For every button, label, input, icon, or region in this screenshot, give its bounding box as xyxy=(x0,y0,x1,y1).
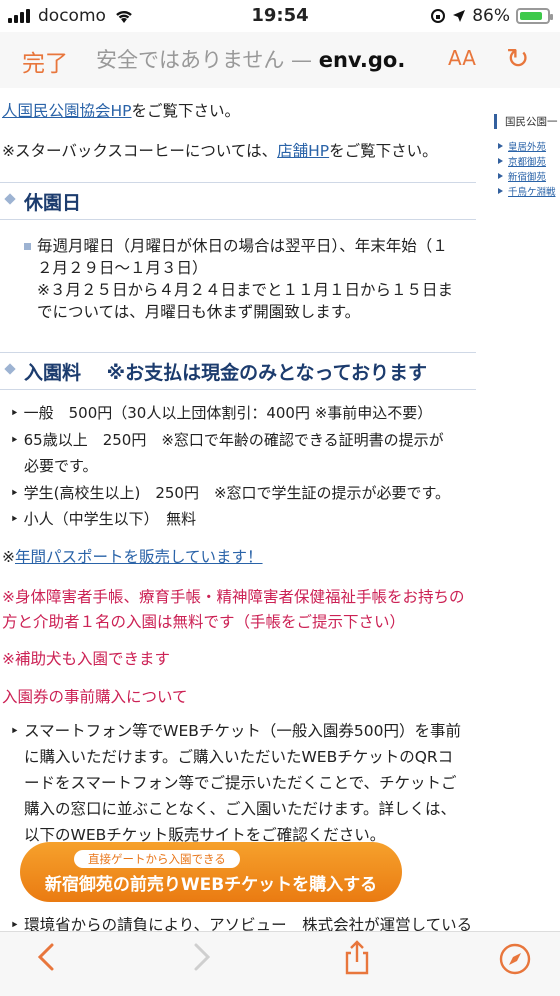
status-bar: docomo 19:54 86% xyxy=(0,0,560,32)
fee-adult-text: 一般 500円（30人以上団体割引：400円 ※事前申込不要） xyxy=(23,404,433,422)
starbucks-text-end: をご覧下さい。 xyxy=(329,142,438,160)
advance-line-1: スマートフォン等でWEBチケット（一般入園券500円）を事前 xyxy=(24,722,461,740)
reload-icon[interactable]: ↻ xyxy=(506,42,529,75)
sidebar-list: 皇居外苑 京都御苑 新宿御苑 千鳥ケ淵戦 xyxy=(494,139,560,199)
disability-notice: ※身体障害者手帳、療育手帳・精神障害者保健福祉手帳をお持ちの 方と介助者１名の入… xyxy=(2,585,465,635)
browser-toolbar xyxy=(0,931,560,996)
disability-line-1: ※身体障害者手帳、療育手帳・精神障害者保健福祉手帳をお持ちの xyxy=(2,588,465,606)
closed-days-heading: 休園日 xyxy=(0,182,476,220)
fee-student-text: 学生(高校生以上) 250円 ※窓口で学生証の提示が必要です。 xyxy=(23,483,451,502)
cutoff-text: 環境省からの請負により、アソビュー 株式会社が運営している xyxy=(24,916,473,931)
advance-title: 入園券の事前購入について xyxy=(2,688,188,706)
back-icon[interactable] xyxy=(36,942,56,979)
closed-days-title: 休園日 xyxy=(24,192,82,214)
share-icon[interactable] xyxy=(342,940,372,983)
compass-icon[interactable] xyxy=(498,942,532,983)
battery-percent: 86% xyxy=(472,6,510,26)
closed-line-3: ※３月２５日から４月２４日までと１１月１日から１５日ま xyxy=(37,281,453,299)
web-page: 人国民公園協会HPをご覧下さい。 ※スターバックスコーヒーについては、店舗HPを… xyxy=(0,88,560,931)
cutoff-line: ‣ 環境省からの請負により、アソビュー 株式会社が運営している xyxy=(10,914,472,931)
buy-web-ticket-button[interactable]: 直接ゲートから入園できる 新宿御苑の前売りWEBチケットを購入する xyxy=(20,842,402,902)
passport-line: ※年間パスポートを販売しています！ xyxy=(2,546,263,568)
fee-adult: ‣ 一般 500円（30人以上団体割引：400円 ※事前申込不要） xyxy=(10,404,433,422)
starbucks-line: ※スターバックスコーヒーについては、店舗HPをご覧下さい。 xyxy=(2,140,438,162)
fee-senior-text-2: 必要です。 xyxy=(24,457,98,475)
buy-button-subtitle: 直接ゲートから入園できる xyxy=(74,850,240,868)
starbucks-text: ※スターバックスコーヒーについては、 xyxy=(2,142,278,160)
rotation-lock-icon xyxy=(431,9,446,23)
sidebar-item-shinjuku[interactable]: 新宿御苑 xyxy=(498,169,560,184)
guide-dog-notice: ※補助犬も入園できます xyxy=(2,650,170,668)
store-hp-link[interactable]: 店舗HP xyxy=(277,142,329,160)
fee-senior: ‣ 65歳以上 250円 ※窓口で年齢の確認できる証明書の提示が xyxy=(10,430,444,449)
fee-child-text: 小人（中学生以下） 無料 xyxy=(23,510,197,528)
advance-line-4: 購入の窓口に並ぶことなく、ご入園いただけます。詳しくは、 xyxy=(24,800,456,818)
admission-heading: 入園料 ※お支払は現金のみとなっております xyxy=(0,352,476,390)
closed-line-4: でについては、月曜日も休まず開園致します。 xyxy=(37,303,361,321)
buy-button-label: 新宿御苑の前売りWEBチケットを購入する xyxy=(44,875,378,895)
fee-child: ‣ 小人（中学生以下） 無料 xyxy=(10,510,197,528)
fee-student: ‣ 学生(高校生以上) 250円 ※窓口で学生証の提示が必要です。 xyxy=(10,483,451,502)
admission-title: 入園料 ※お支払は現金のみとなっております xyxy=(24,362,427,384)
status-right: 86% xyxy=(430,6,553,26)
fee-list: ‣ 一般 500円（30人以上団体割引：400円 ※事前申込不要） ‣ 65歳以… xyxy=(10,400,450,533)
done-button[interactable]: 完了 xyxy=(22,44,68,78)
bullet-square xyxy=(24,243,31,250)
advance-line-2: に購入いただけます。ご購入いただいたWEBチケットのQRコ xyxy=(24,748,454,766)
advance-text: ‣ スマートフォン等でWEBチケット（一般入園券500円）を事前 に購入いただけ… xyxy=(10,718,461,848)
sidebar-title: 国民公園一 xyxy=(494,114,560,129)
sidebar-item-kokyo[interactable]: 皇居外苑 xyxy=(498,139,560,154)
sidebar-item-kyoto[interactable]: 京都御苑 xyxy=(498,154,560,169)
intro-text: をご覧下さい。 xyxy=(131,102,241,120)
closed-line-2: ２月２９日〜１月３日） xyxy=(37,259,208,277)
sidebar-item-chidorigafuchi[interactable]: 千鳥ケ淵戦 xyxy=(498,184,560,199)
url-warning: 安全ではありません — xyxy=(96,48,319,72)
browser-bar: 完了 安全ではありません — env.go. AA ↻ xyxy=(0,32,560,88)
forward-icon[interactable] xyxy=(192,942,212,979)
battery-fill xyxy=(520,12,543,20)
annual-passport-link[interactable]: 年間パスポートを販売しています！ xyxy=(15,548,263,566)
closed-days-text: 毎週月曜日（月曜日が休日の場合は翌平日）、年末年始（１ ２月２９日〜１月３日） … xyxy=(24,235,453,323)
passport-prefix: ※ xyxy=(2,548,15,566)
location-icon xyxy=(453,10,466,22)
address-bar[interactable]: 安全ではありません — env.go. xyxy=(96,44,405,74)
text-size-button[interactable]: AA xyxy=(448,46,476,70)
url-domain: env.go. xyxy=(318,48,406,72)
park-association-link[interactable]: 人国民公園協会HP xyxy=(2,102,132,120)
disability-line-2: 方と介助者１名の入園は無料です（手帳をご提示下さい） xyxy=(2,613,406,631)
closed-line-1: 毎週月曜日（月曜日が休日の場合は翌平日）、年末年始（１ xyxy=(37,237,448,255)
sidebar: 国民公園一 皇居外苑 京都御苑 新宿御苑 千鳥ケ淵戦 xyxy=(494,114,560,199)
fee-senior-text: 65歳以上 250円 ※窓口で年齢の確認できる証明書の提示が xyxy=(23,430,444,449)
battery-icon xyxy=(516,8,553,24)
intro-line: 人国民公園協会HPをご覧下さい。 xyxy=(2,100,240,122)
advance-line-3: ードをスマートフォン等でご提示いただくことで、チケットご xyxy=(24,774,457,792)
